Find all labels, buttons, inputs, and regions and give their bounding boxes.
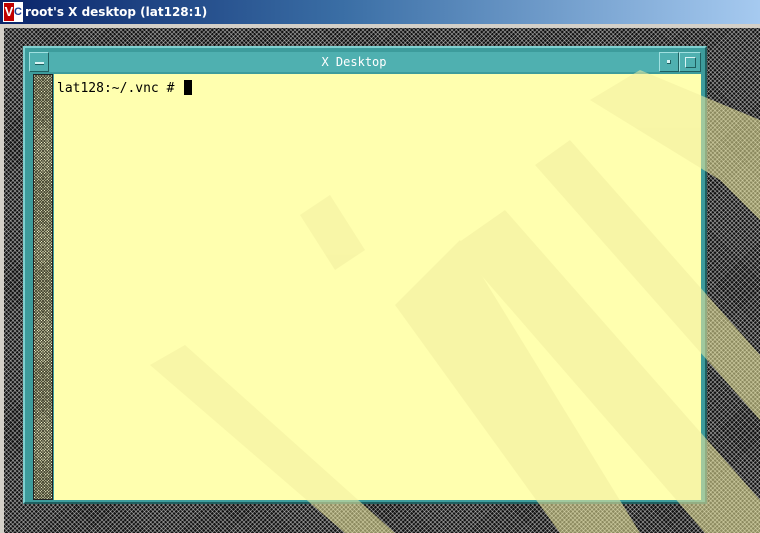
vnc-logo-icon[interactable]: V C: [3, 2, 23, 22]
text-cursor: [184, 80, 193, 95]
terminal-scrollbar[interactable]: [33, 74, 53, 500]
minimize-button[interactable]: [659, 52, 679, 72]
vnc-logo-v: V: [4, 3, 14, 21]
window-menu-icon: [35, 62, 44, 65]
window-menu-button[interactable]: [29, 52, 49, 72]
terminal-area[interactable]: lat128:~/.vnc #: [54, 74, 701, 500]
minimize-icon: [667, 60, 671, 64]
vnc-viewer-titlebar[interactable]: V C root's X desktop (lat128:1): [0, 0, 760, 24]
shell-prompt: lat128:~/.vnc #: [57, 81, 183, 96]
xterm-window[interactable]: X Desktop lat128:~/.vnc #: [23, 46, 707, 504]
vnc-window-title: root's X desktop (lat128:1): [25, 5, 208, 19]
shell-prompt-line: lat128:~/.vnc #: [57, 80, 193, 97]
vnc-logo-c: C: [14, 3, 22, 21]
maximize-button[interactable]: [679, 52, 701, 72]
xterm-title: X Desktop: [321, 55, 387, 69]
maximize-icon: [685, 57, 696, 68]
